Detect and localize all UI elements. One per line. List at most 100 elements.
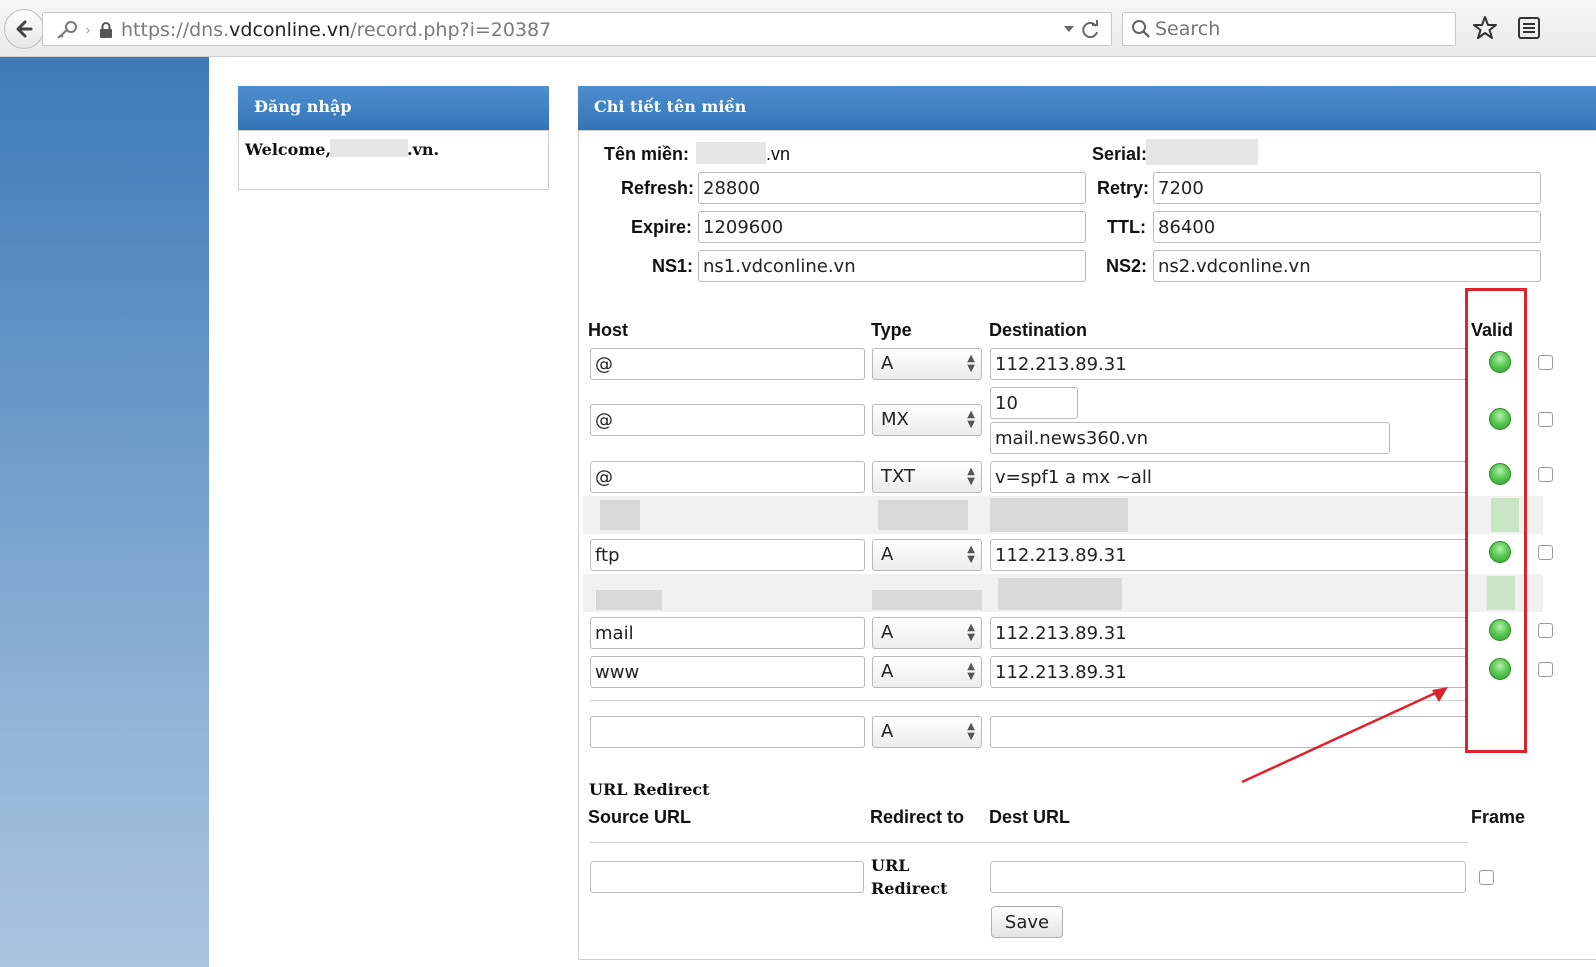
record-checkbox[interactable] [1538, 545, 1553, 560]
type-header: Type [871, 320, 912, 340]
destination-header: Destination [989, 320, 1088, 340]
destination-input[interactable] [990, 539, 1468, 571]
type-select-value: A [881, 622, 894, 643]
detail-panel-header: Chi tiết tên miền [578, 86, 1596, 130]
search-input[interactable] [1155, 16, 1445, 42]
host-input[interactable] [590, 461, 865, 493]
source-url-header: Source URL [588, 807, 692, 827]
redacted-block [878, 500, 968, 530]
url-host-domain: vdconline.vn [229, 19, 351, 41]
frame-checkbox[interactable] [1479, 870, 1494, 885]
type-select[interactable]: TXT ▲ ▼ [872, 461, 982, 493]
host-input[interactable] [590, 404, 865, 436]
redacted-domain [696, 142, 766, 164]
address-bar[interactable]: › https://dns.vdconline.vn/record.php?i=… [42, 12, 1112, 46]
destination-input[interactable] [990, 422, 1390, 454]
domain-label: Tên miền: [604, 144, 690, 164]
select-arrows-icon: ▲ ▼ [967, 721, 975, 742]
type-select-value: TXT [881, 466, 916, 487]
back-button[interactable] [4, 9, 44, 49]
divider [590, 842, 1468, 843]
type-select[interactable]: A ▲ ▼ [872, 348, 982, 380]
select-arrows-icon: ▲ ▼ [967, 409, 975, 430]
type-select[interactable]: A ▲ ▼ [872, 656, 982, 688]
refresh-input[interactable] [698, 172, 1086, 204]
record-checkbox[interactable] [1538, 412, 1553, 427]
ns2-label: NS2: [1106, 256, 1148, 276]
type-select[interactable]: A ▲ ▼ [872, 617, 982, 649]
search-bar[interactable] [1122, 12, 1456, 46]
welcome-prefix: Welcome, [245, 140, 332, 159]
expire-label: Expire: [631, 217, 693, 237]
url-text[interactable]: https://dns.vdconline.vn/record.php?i=20… [121, 19, 551, 41]
left-sidebar [0, 57, 209, 967]
reading-list-icon[interactable] [1517, 15, 1541, 41]
ns1-input[interactable] [698, 250, 1086, 282]
host-input[interactable] [590, 656, 865, 688]
login-panel-title: Đăng nhập [254, 97, 352, 116]
redacted-block [596, 590, 662, 610]
destination-input[interactable] [990, 348, 1468, 380]
record-checkbox[interactable] [1538, 467, 1553, 482]
host-input[interactable] [590, 617, 865, 649]
new-host-input[interactable] [590, 716, 865, 748]
browser-toolbar: › https://dns.vdconline.vn/record.php?i=… [0, 0, 1596, 57]
search-icon [1132, 20, 1150, 38]
url-scheme: https:// [121, 19, 190, 41]
ns2-input[interactable] [1153, 250, 1541, 282]
ttl-label: TTL: [1107, 217, 1146, 237]
redacted-block [990, 498, 1128, 532]
valid-column-highlight [1465, 288, 1527, 753]
key-icon[interactable] [55, 20, 79, 40]
redacted-block [998, 578, 1122, 610]
type-select[interactable]: A ▲ ▼ [872, 539, 982, 571]
dest-url-header: Dest URL [989, 807, 1071, 827]
destination-input[interactable] [990, 617, 1468, 649]
frame-header: Frame [1471, 807, 1526, 827]
new-type-select[interactable]: A ▲ ▼ [872, 716, 982, 748]
expire-input[interactable] [698, 211, 1086, 243]
redacted-serial [1146, 139, 1258, 165]
refresh-label: Refresh: [621, 178, 695, 198]
redacted-username [330, 139, 408, 157]
type-select-value: A [881, 544, 894, 565]
record-checkbox[interactable] [1538, 355, 1553, 370]
record-checkbox[interactable] [1538, 662, 1553, 677]
select-arrows-icon: ▲ ▼ [967, 353, 975, 374]
ttl-input[interactable] [1153, 211, 1541, 243]
login-panel-header: Đăng nhập [238, 86, 549, 130]
host-header: Host [588, 320, 628, 340]
url-host-prefix: dns. [189, 19, 230, 41]
identity-separator-icon: › [85, 21, 91, 39]
dropdown-arrow-icon[interactable] [1063, 25, 1075, 33]
record-checkbox[interactable] [1538, 623, 1553, 638]
welcome-suffix: .vn. [407, 140, 440, 159]
host-input[interactable] [590, 348, 865, 380]
dest-url-input[interactable] [990, 861, 1466, 893]
source-url-input[interactable] [590, 861, 864, 893]
host-input[interactable] [590, 539, 865, 571]
type-select[interactable]: MX ▲ ▼ [872, 404, 982, 436]
reload-icon[interactable] [1081, 20, 1101, 40]
type-select-value: MX [881, 409, 909, 430]
mx-priority-input[interactable] [990, 387, 1078, 419]
serial-label: Serial: [1092, 144, 1148, 164]
lock-icon [100, 22, 112, 38]
select-arrows-icon: ▲ ▼ [967, 466, 975, 487]
select-arrows-icon: ▲ ▼ [967, 661, 975, 682]
destination-input[interactable] [990, 461, 1468, 493]
retry-label: Retry: [1097, 178, 1150, 198]
redirect-to-header: Redirect to [870, 807, 965, 827]
save-button[interactable]: Save [991, 906, 1063, 938]
type-select-value: A [881, 661, 894, 682]
domain-suffix: .vn [766, 144, 791, 164]
url-path: /record.php?i=20387 [350, 19, 552, 41]
bookmark-star-icon[interactable] [1472, 15, 1498, 41]
back-arrow-icon [16, 20, 33, 38]
detail-panel-title: Chi tiết tên miền [594, 97, 747, 116]
url-redirect-title: URL Redirect [589, 780, 710, 799]
select-arrows-icon: ▲ ▼ [967, 544, 975, 565]
retry-input[interactable] [1153, 172, 1541, 204]
ns1-label: NS1: [652, 256, 694, 276]
redacted-block [872, 590, 982, 610]
